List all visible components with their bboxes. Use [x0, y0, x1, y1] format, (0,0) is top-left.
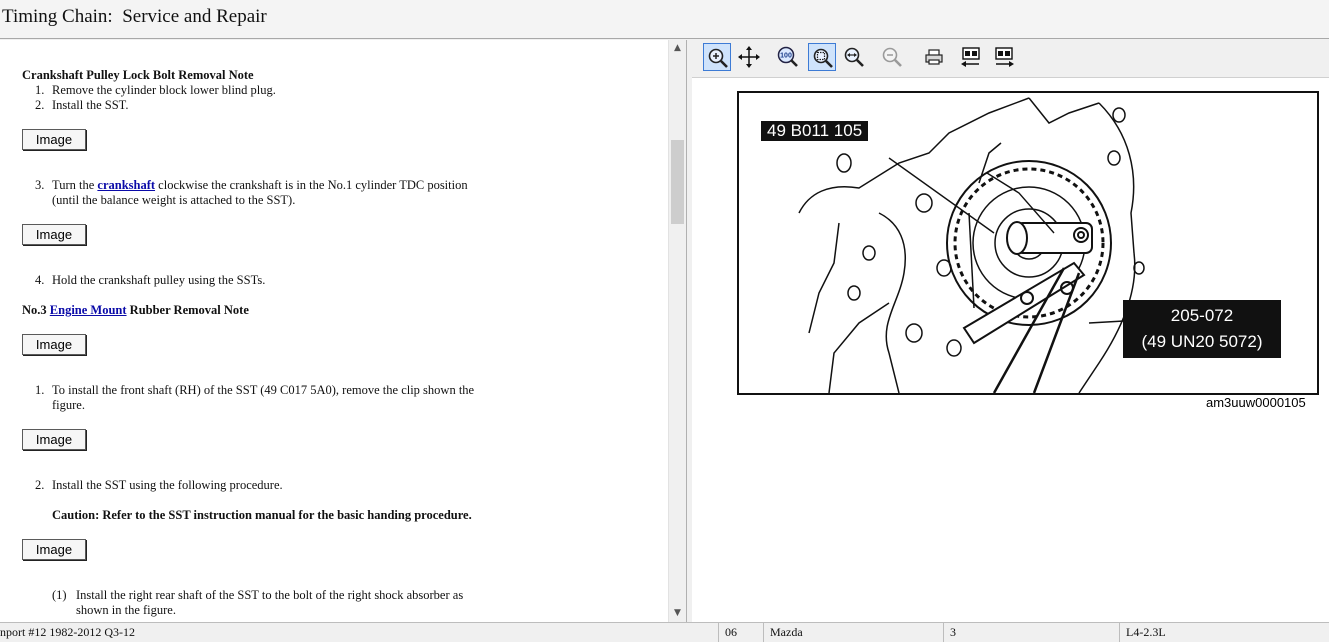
status-bar: nport #12 1982-2012 Q3-12 06 Mazda 3 L4-…	[0, 622, 1329, 642]
step-number: 3.	[35, 178, 45, 192]
next-image-icon[interactable]	[990, 43, 1018, 71]
print-icon[interactable]	[920, 43, 948, 71]
section-heading-engine-mount: No.3 Engine Mount Rubber Removal Note	[22, 303, 249, 318]
callout-sst-number-top: 49 B011 105	[761, 121, 869, 141]
vertical-scrollbar[interactable]: ▲ ▼	[668, 40, 686, 622]
step-text-post: clockwise the crankshaft is in the No.1 …	[155, 178, 468, 192]
document-pane: Crankshaft Pulley Lock Bolt Removal Note…	[0, 40, 687, 622]
zoom-width-icon[interactable]	[840, 43, 868, 71]
engine-mount-link[interactable]: Engine Mount	[50, 303, 127, 317]
image-toolbar: 100	[692, 40, 1329, 78]
substep-text: Install the right rear shaft of the SST …	[76, 588, 464, 602]
step-text: Install the SST using the following proc…	[52, 478, 283, 492]
document-content: Crankshaft Pulley Lock Bolt Removal Note…	[0, 40, 668, 622]
svg-text:100: 100	[780, 53, 792, 60]
status-number: 3	[943, 623, 1110, 642]
zoom-in-icon[interactable]	[703, 43, 731, 71]
substep-number: (1)	[52, 588, 67, 602]
step-text: Install the SST.	[52, 98, 129, 112]
status-make: Mazda	[763, 623, 940, 642]
step-text-pre: Turn the	[52, 178, 98, 192]
image-button-3[interactable]: Image	[22, 334, 86, 355]
scrollbar-thumb[interactable]	[671, 140, 684, 224]
scroll-down-arrow-icon[interactable]: ▼	[669, 605, 686, 622]
callout-line-2: (49 UN20 5072)	[1141, 332, 1263, 351]
step-text: Hold the crankshaft pulley using the SST…	[52, 273, 266, 287]
image-viewer-pane: 100 49 B011 105 205-072 (49 UN20 5072) a…	[692, 40, 1329, 622]
heading-post: Rubber Removal Note	[126, 303, 249, 317]
step-text: Turn the crankshaft clockwise the cranks…	[52, 178, 468, 193]
callout-line-1: 205-072	[1170, 306, 1234, 325]
status-code: 06	[718, 623, 761, 642]
step-number: 4.	[35, 273, 45, 287]
heading-pre: No.3	[22, 303, 50, 317]
step-text: To install the front shaft (RH) of the S…	[52, 383, 475, 397]
zoom-100-icon[interactable]: 100	[774, 43, 802, 71]
callout-sst-number-bottom: 205-072 (49 UN20 5072)	[1123, 300, 1281, 358]
step-text-continued: (until the balance weight is attached to…	[52, 193, 296, 207]
step-number: 2.	[35, 98, 45, 112]
zoom-fit-icon[interactable]	[808, 43, 836, 71]
step-number: 1.	[35, 83, 45, 97]
substep-text-continued: shown in the figure.	[76, 603, 176, 617]
scroll-up-arrow-icon[interactable]: ▲	[669, 40, 686, 57]
step-number: 2.	[35, 478, 45, 492]
image-button-2[interactable]: Image	[22, 224, 86, 245]
zoom-out-icon[interactable]	[878, 43, 906, 71]
crankshaft-link[interactable]: crankshaft	[97, 178, 155, 192]
previous-image-icon[interactable]	[957, 43, 985, 71]
status-import: nport #12 1982-2012 Q3-12	[0, 625, 135, 639]
step-text-continued: figure.	[52, 398, 85, 412]
image-button-5[interactable]: Image	[22, 539, 86, 560]
step-number: 1.	[35, 383, 45, 397]
step-text: Remove the cylinder block lower blind pl…	[52, 83, 276, 97]
image-button-4[interactable]: Image	[22, 429, 86, 450]
status-engine: L4-2.3L	[1119, 623, 1326, 642]
caution-text: Caution: Refer to the SST instruction ma…	[52, 508, 472, 522]
figure-id: am3uuw0000105	[1206, 395, 1306, 410]
pan-icon[interactable]	[735, 43, 763, 71]
title-bar: Timing Chain: Service and Repair	[0, 0, 1329, 39]
section-heading-pulley-lock-bolt: Crankshaft Pulley Lock Bolt Removal Note	[22, 68, 254, 82]
service-diagram: 49 B011 105 205-072 (49 UN20 5072)	[737, 91, 1319, 395]
image-button-1[interactable]: Image	[22, 129, 86, 150]
window-title: Timing Chain: Service and Repair	[2, 6, 267, 27]
